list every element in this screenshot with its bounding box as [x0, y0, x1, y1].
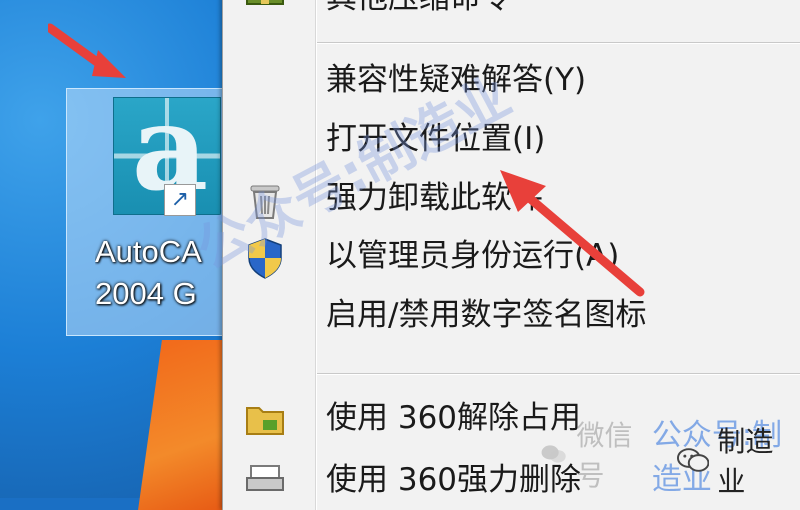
account-name: 制造业 [717, 425, 774, 498]
wechat-icon [541, 445, 566, 463]
menu-item-label: 其他压缩命令 [326, 0, 512, 20]
shortcut-label-line2: 2004 G [95, 276, 197, 311]
annotation-arrow-desktop [48, 23, 126, 78]
wechat-logo-icon [676, 448, 710, 472]
menu-item-compress[interactable]: 其他压缩命令 [223, 0, 800, 28]
compress-icon [246, 0, 284, 5]
menu-separator [317, 42, 800, 44]
folder-unlock-icon [246, 407, 284, 435]
shredder-icon [246, 465, 284, 491]
watermark-faint-text: 微信号 [576, 419, 633, 492]
menu-separator [317, 373, 800, 375]
account-badge: 制造业 [676, 425, 800, 498]
autocad-app-icon: a ↗ [113, 88, 221, 216]
annotation-arrow-menu [500, 170, 645, 297]
